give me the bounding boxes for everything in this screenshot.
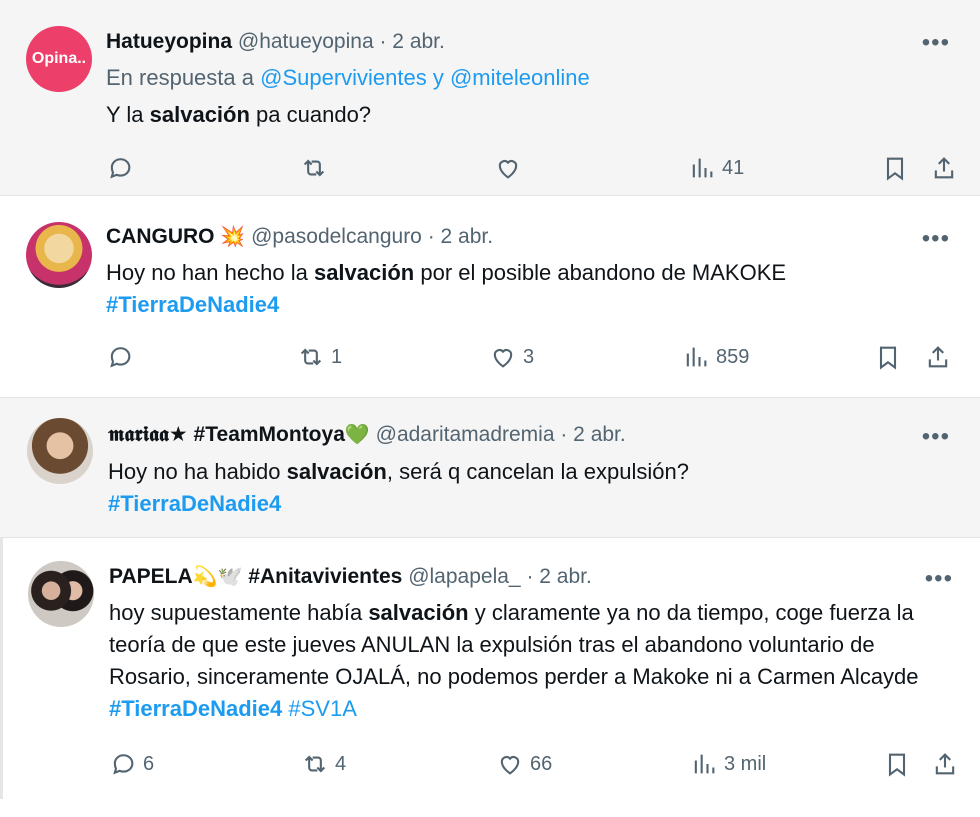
retweet-icon [303, 159, 325, 177]
author-handle[interactable]: @pasodelcanguro [251, 225, 422, 248]
bookmark-button[interactable] [883, 750, 911, 778]
retweet-button[interactable] [300, 154, 334, 182]
reply-count: 6 [143, 752, 155, 775]
more-icon[interactable]: ••• [922, 31, 950, 55]
views-button[interactable]: 3 mil [690, 750, 766, 778]
avatar[interactable] [26, 222, 92, 288]
tweet-hatueyopina[interactable]: Opina.. Hatueyopina @hatueyopina · 2 abr… [0, 0, 980, 196]
share-icon [928, 346, 948, 368]
text-part: hoy supuestamente había [109, 600, 363, 625]
view-count: 859 [716, 345, 750, 368]
retweet-button[interactable]: 1 [297, 343, 342, 371]
name-emoji: 💫🕊️ [192, 566, 243, 588]
tweet-text: hoy supuestamente había salvación y clar… [109, 597, 954, 725]
share-button[interactable] [931, 750, 959, 778]
author-name-suffix[interactable]: #Anitavivientes [248, 565, 402, 588]
name-emoji: 💥 [220, 226, 246, 248]
tweet-canguro[interactable]: CANGURO 💥 @pasodelcanguro · 2 abr. ••• H… [0, 198, 980, 394]
bookmark-icon [879, 346, 897, 370]
share-button[interactable] [930, 154, 958, 182]
share-button[interactable] [924, 343, 952, 371]
text-part: pa cuando? [256, 102, 372, 127]
hashtag-link[interactable]: #SV1A [288, 696, 357, 721]
views-button[interactable]: 41 [688, 154, 744, 182]
views-icon [694, 754, 715, 774]
tweet-date[interactable]: · 2 abr. [379, 30, 444, 53]
text-part: Hoy no ha habido [108, 459, 281, 484]
views-icon [686, 347, 707, 367]
avatar[interactable] [27, 418, 93, 484]
bookmark-icon [888, 753, 906, 777]
tweet-date[interactable]: · 2 abr. [428, 225, 493, 248]
reply-button[interactable]: 6 [109, 750, 154, 778]
tweet-text: Hoy no ha habido salvación, será q cance… [108, 456, 948, 520]
reply-icon [110, 158, 131, 179]
retweet-count: 1 [331, 345, 343, 368]
author-name[interactable]: CANGURO [106, 225, 215, 248]
tweet-date[interactable]: · 2 abr. [560, 423, 625, 446]
text-part: , será q cancelan la expulsión? [386, 459, 689, 484]
highlight-word: salvación [286, 459, 387, 484]
name-emoji: 💚 [344, 424, 370, 446]
bookmark-button[interactable] [881, 154, 909, 182]
reply-button[interactable] [106, 154, 140, 182]
reply-icon [110, 347, 131, 368]
tweet-header: Hatueyopina @hatueyopina · 2 abr. [106, 28, 445, 56]
highlight-word: salvación [149, 102, 250, 127]
tweet-text: Y la salvación pa cuando? [106, 99, 371, 131]
share-icon [934, 157, 954, 179]
hashtag-link[interactable]: #TierraDeNadie4 [108, 491, 281, 516]
text-part: Y la [106, 102, 144, 127]
hashtag-link[interactable]: #TierraDeNadie4 [106, 292, 279, 317]
author-handle[interactable]: @hatueyopina [238, 30, 374, 53]
reply-icon [113, 754, 134, 775]
like-count: 3 [523, 345, 535, 368]
tweet-mariaa[interactable]: 𝖒𝖆𝖗𝖎𝖆𝖆★ #TeamMontoya💚 @adaritamadremia ·… [0, 397, 980, 537]
author-handle[interactable]: @adaritamadremia [376, 423, 555, 446]
view-count: 3 mil [724, 752, 767, 775]
like-button[interactable]: 66 [496, 750, 552, 778]
like-icon [493, 349, 513, 368]
like-button[interactable] [494, 154, 528, 182]
more-icon[interactable]: ••• [925, 567, 953, 591]
avatar[interactable]: Opina.. [26, 26, 92, 92]
tweet-text: Hoy no han hecho la salvación por el pos… [106, 257, 946, 321]
reply-mentions[interactable]: @Supervivientes y @miteleonline [260, 65, 590, 90]
avatar-text: Opina.. [31, 50, 87, 67]
tweet-papela[interactable]: PAPELA💫🕊️ #Anitavivientes @lapapela_ · 2… [0, 537, 980, 799]
like-icon [500, 756, 520, 775]
hashtag-link[interactable]: #TierraDeNadie4 [109, 696, 282, 721]
retweet-button[interactable]: 4 [301, 750, 346, 778]
author-handle[interactable]: @lapapela_ [408, 565, 520, 588]
text-part: Hoy no han hecho la [106, 260, 308, 285]
more-icon[interactable]: ••• [922, 227, 950, 251]
like-count: 66 [530, 752, 553, 775]
author-name[interactable]: PAPELA [109, 565, 193, 588]
retweet-icon [304, 755, 326, 773]
more-icon[interactable]: ••• [922, 425, 950, 449]
tweet-header: CANGURO 💥 @pasodelcanguro · 2 abr. [106, 223, 493, 251]
reply-prefix: En respuesta a [106, 65, 254, 90]
author-name[interactable]: Hatueyopina [106, 30, 232, 53]
view-count: 41 [722, 156, 745, 179]
like-icon [498, 160, 518, 179]
views-button[interactable]: 859 [682, 343, 749, 371]
highlight-word: salvación [313, 260, 415, 285]
reply-context: En respuesta a @Supervivientes y @mitele… [106, 62, 590, 94]
highlight-word: salvación [368, 600, 469, 625]
retweet-count: 4 [335, 752, 347, 775]
text-part: por el posible abandono de MAKOKE [420, 260, 787, 285]
share-icon [935, 753, 955, 775]
author-name[interactable]: 𝖒𝖆𝖗𝖎𝖆𝖆★ #TeamMontoya [108, 423, 345, 446]
avatar[interactable] [28, 561, 94, 627]
retweet-icon [300, 348, 322, 366]
reply-button[interactable] [106, 343, 140, 371]
bookmark-button[interactable] [874, 343, 902, 371]
bookmark-icon [886, 157, 904, 181]
tweet-date[interactable]: · 2 abr. [526, 565, 591, 588]
views-icon [692, 158, 713, 178]
like-button[interactable]: 3 [489, 343, 534, 371]
tweet-header: 𝖒𝖆𝖗𝖎𝖆𝖆★ #TeamMontoya💚 @adaritamadremia ·… [108, 421, 626, 449]
tweet-header: PAPELA💫🕊️ #Anitavivientes @lapapela_ · 2… [109, 563, 592, 591]
